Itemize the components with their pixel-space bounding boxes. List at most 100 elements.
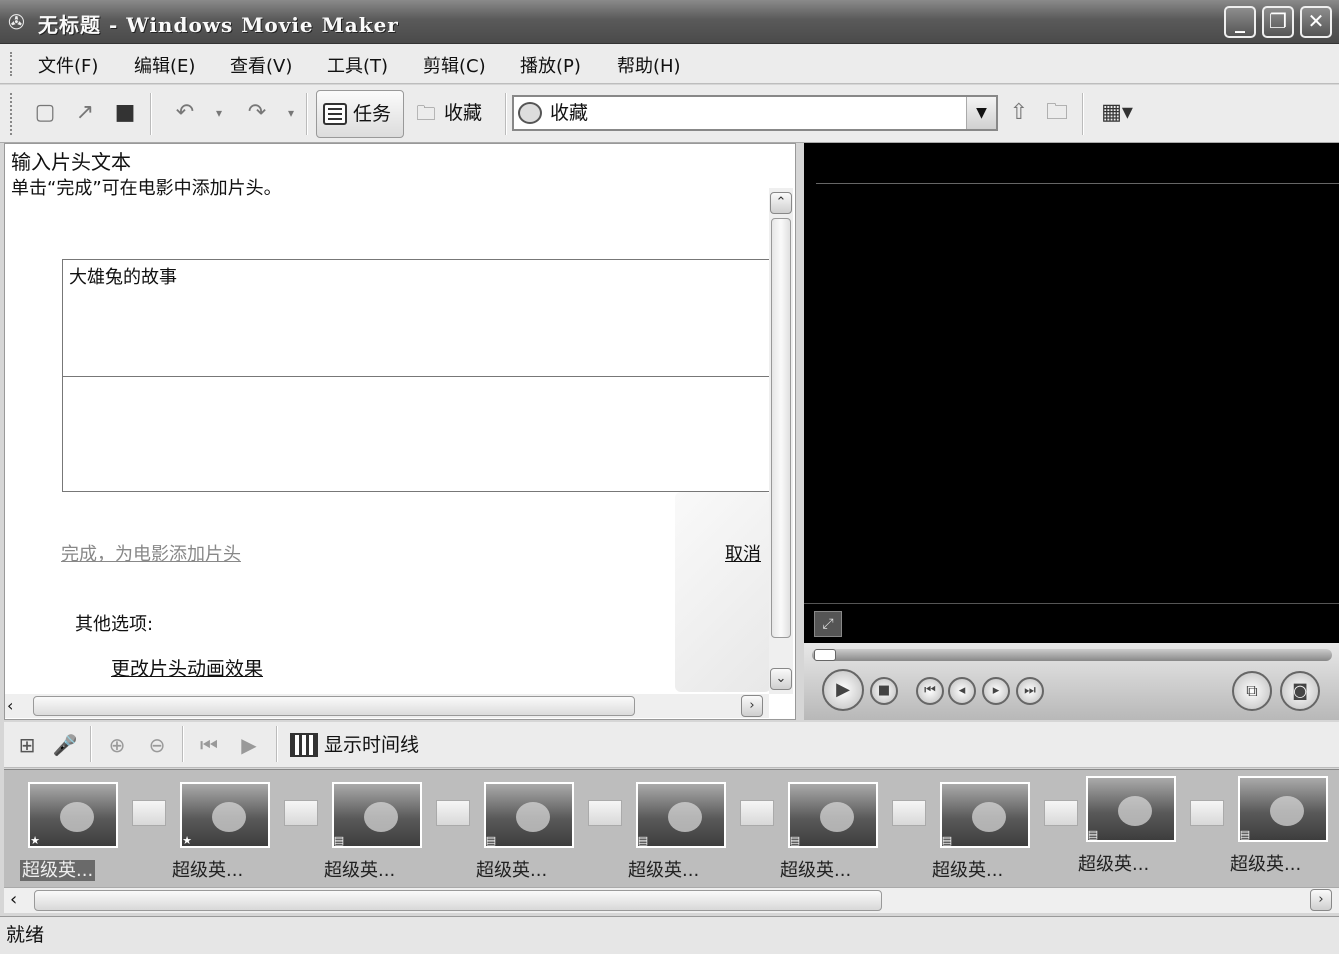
storyboard-clip[interactable]: ▤ 超级英...	[1230, 772, 1330, 878]
transition-slot[interactable]	[436, 800, 470, 826]
minimize-button[interactable]: _	[1224, 6, 1256, 38]
storyboard-clip[interactable]: ★ 超级英...	[20, 778, 120, 884]
rewind-storyboard-icon[interactable]: ⏮	[194, 730, 224, 760]
close-button[interactable]: ✕	[1300, 6, 1332, 38]
menu-clip[interactable]: 剪辑(C)	[423, 52, 486, 78]
subtitle-text-field[interactable]	[63, 378, 769, 492]
zoom-in-icon[interactable]: ⊕	[102, 730, 132, 760]
save-icon[interactable]: ■	[110, 97, 140, 129]
clip-label: 超级英...	[932, 860, 1004, 881]
collection-select-value: 收藏	[550, 102, 589, 124]
menu-file[interactable]: 文件(F)	[38, 52, 98, 78]
monitor-divider	[816, 183, 1339, 184]
storyboard-clip[interactable]: ▤ 超级英...	[1078, 772, 1178, 878]
collections-button[interactable]: 🗀 收藏	[412, 90, 502, 138]
clip-label: 超级英...	[1230, 854, 1302, 875]
storyboard-scrollbar[interactable]: ‹ ›	[4, 887, 1339, 913]
view-options-icon[interactable]: ▦▾	[1096, 97, 1138, 129]
storyboard-clip[interactable]: ▤ 超级英...	[628, 778, 728, 884]
storyboard-clip[interactable]: ★ 超级英...	[172, 778, 272, 884]
scroll-up-icon[interactable]: ⌃	[770, 192, 792, 214]
scroll-down-icon[interactable]: ⌄	[770, 668, 792, 690]
film-icon: ▤	[333, 834, 345, 847]
title-text-field[interactable]: 大雄兔的故事	[63, 260, 769, 377]
title-editor-pane: 输入片头文本 单击“完成”可在电影中添加片头。 大雄兔的故事 完成，为电影添加片…	[4, 143, 796, 720]
clip-label: 超级英...	[628, 860, 700, 881]
other-options-label: 其他选项:	[75, 614, 154, 635]
transition-slot[interactable]	[1190, 800, 1224, 826]
toolbar-grip	[10, 93, 13, 135]
status-bar: 就绪	[0, 916, 1339, 954]
transition-slot[interactable]	[740, 800, 774, 826]
storyboard-clip[interactable]: ▤ 超级英...	[932, 778, 1032, 884]
transition-slot[interactable]	[132, 800, 166, 826]
undo-dropdown-icon[interactable]: ▾	[204, 97, 234, 129]
split-clip-icon[interactable]: ⧉	[1232, 671, 1272, 711]
menu-bar: 文件(F) 编辑(E) 查看(V) 工具(T) 剪辑(C) 播放(P) 帮助(H…	[0, 44, 1339, 84]
step-back-icon[interactable]: ◂	[948, 677, 976, 705]
storyboard-clip[interactable]: ▤ 超级英...	[780, 778, 880, 884]
tasks-button[interactable]: 任务	[316, 90, 404, 138]
storyboard-clip[interactable]: ▤ 超级英...	[476, 778, 576, 884]
cancel-link[interactable]: 取消	[725, 540, 761, 566]
transition-slot[interactable]	[284, 800, 318, 826]
change-title-animation-link[interactable]: 更改片头动画效果	[111, 654, 263, 681]
star-icon: ★	[30, 834, 40, 847]
redo-icon[interactable]: ↷	[242, 97, 272, 129]
snapshot-camera-icon[interactable]: ◙	[1280, 671, 1320, 711]
set-audio-levels-icon[interactable]: ⊞	[12, 730, 42, 760]
zoom-out-icon[interactable]: ⊖	[142, 730, 172, 760]
redo-dropdown-icon[interactable]: ▾	[276, 97, 306, 129]
storyboard-clip[interactable]: ▤ 超级英...	[324, 778, 424, 884]
film-reel-icon	[518, 102, 542, 124]
transition-slot[interactable]	[1044, 800, 1078, 826]
toolbar-separator	[505, 93, 507, 135]
window-title: 无标题 - Windows Movie Maker	[38, 13, 399, 37]
scroll-right-icon[interactable]: ›	[741, 695, 763, 717]
undo-icon[interactable]: ↶	[170, 97, 200, 129]
chevron-down-icon[interactable]: ▼	[966, 97, 996, 129]
seek-knob[interactable]	[814, 649, 836, 661]
vertical-scrollbar[interactable]: ⌃ ⌄	[769, 188, 793, 694]
title-textbox[interactable]: 大雄兔的故事	[62, 259, 770, 492]
next-end-icon[interactable]: ⏭	[1016, 677, 1044, 705]
status-text: 就绪	[6, 924, 45, 946]
scroll-right-icon[interactable]: ›	[1310, 889, 1332, 911]
transition-slot[interactable]	[892, 800, 926, 826]
storyboard-scroll-thumb[interactable]	[34, 890, 882, 911]
play-icon[interactable]: ▶	[822, 669, 864, 711]
fullscreen-icon[interactable]: ⤢	[814, 611, 842, 637]
menu-edit[interactable]: 编辑(E)	[134, 52, 195, 78]
play-storyboard-icon[interactable]: ▶	[234, 730, 264, 760]
restore-button[interactable]: ❐	[1262, 6, 1294, 38]
collection-select[interactable]: 收藏 ▼	[512, 95, 998, 131]
scroll-left-icon[interactable]: ‹	[10, 889, 17, 910]
stop-icon[interactable]: ■	[870, 677, 898, 705]
show-timeline-button[interactable]: 显示时间线	[290, 728, 419, 762]
pane-heading: 输入片头文本	[11, 150, 131, 174]
horizontal-scrollbar[interactable]: ‹ ›	[5, 694, 769, 718]
timeline-icon	[290, 733, 318, 757]
menu-view[interactable]: 查看(V)	[230, 52, 292, 78]
seek-bar[interactable]	[812, 649, 1332, 661]
show-timeline-label: 显示时间线	[324, 734, 420, 756]
step-forward-icon[interactable]: ▸	[982, 677, 1010, 705]
collections-label: 收藏	[444, 102, 483, 124]
transition-slot[interactable]	[588, 800, 622, 826]
open-icon[interactable]: ↗	[70, 97, 100, 129]
vertical-scroll-thumb[interactable]	[771, 218, 791, 638]
film-icon: ▤	[1087, 828, 1099, 841]
new-file-icon[interactable]: ▢	[30, 97, 60, 129]
up-folder-icon[interactable]: ⇧	[1004, 97, 1034, 129]
done-add-title-link[interactable]: 完成，为电影添加片头	[61, 540, 241, 566]
menu-play[interactable]: 播放(P)	[520, 52, 581, 78]
menu-help[interactable]: 帮助(H)	[617, 52, 681, 78]
narrate-microphone-icon[interactable]: 🎤	[50, 730, 80, 760]
film-icon: ▤	[1239, 828, 1251, 841]
toolbar-separator	[182, 726, 184, 762]
menu-tools[interactable]: 工具(T)	[327, 52, 388, 78]
previous-frame-start-icon[interactable]: ⏮	[916, 677, 944, 705]
new-folder-icon[interactable]: 🗀	[1042, 97, 1072, 129]
horizontal-scroll-thumb[interactable]	[33, 696, 635, 716]
scroll-left-icon[interactable]: ‹	[7, 696, 13, 715]
